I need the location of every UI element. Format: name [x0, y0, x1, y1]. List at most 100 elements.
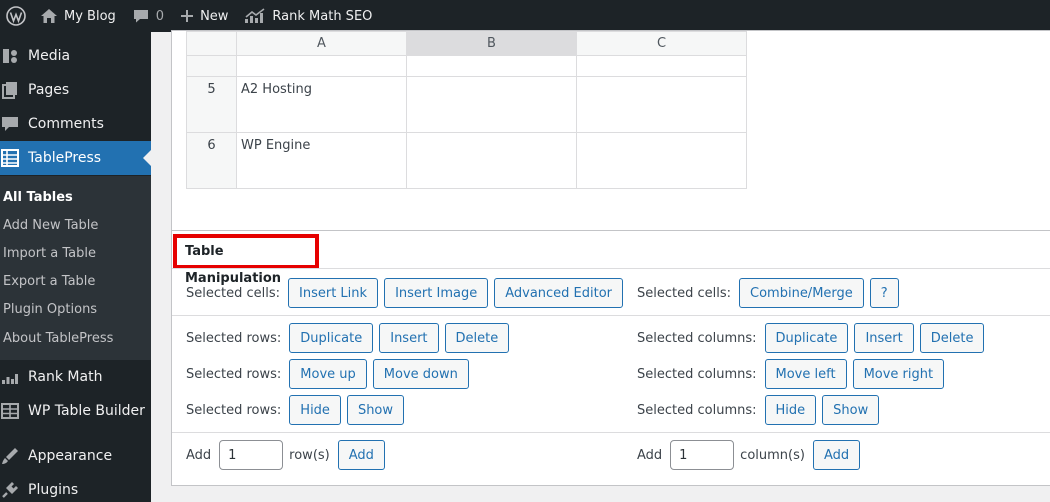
plus-icon — [180, 9, 194, 23]
sidebar-item-pages[interactable]: Pages — [0, 73, 151, 107]
rows-unit-label: row(s) — [289, 447, 330, 463]
table-cell[interactable]: A2 Hosting — [236, 76, 407, 133]
sidebar-item-media[interactable]: Media — [0, 39, 151, 73]
help-button[interactable]: ? — [869, 278, 899, 308]
selected-columns-label: Selected columns: — [637, 402, 757, 418]
table-cell[interactable] — [236, 55, 407, 77]
table-builder-icon — [0, 401, 20, 421]
column-header-a[interactable]: A — [236, 31, 407, 56]
home-icon — [40, 8, 58, 24]
row-number[interactable]: 6 — [186, 132, 237, 189]
duplicate-columns-button[interactable]: Duplicate — [764, 323, 849, 353]
table-cell[interactable] — [406, 76, 577, 133]
table-cell[interactable] — [576, 76, 747, 133]
sidebar-item-plugins[interactable]: Plugins — [0, 473, 151, 502]
sidebar-item-label: Media — [28, 48, 71, 64]
table-editor-grid: A B C 5 A2 Hosting 6 WP Engine — [186, 31, 747, 189]
table-content-panel: A B C 5 A2 Hosting 6 WP Engine — [171, 30, 1050, 242]
delete-columns-button[interactable]: Delete — [919, 323, 985, 353]
show-columns-button[interactable]: Show — [822, 395, 880, 425]
duplicate-rows-button[interactable]: Duplicate — [289, 323, 374, 353]
rows-visibility-actions: Selected rows: Hide Show — [186, 395, 410, 425]
table-cell[interactable] — [406, 55, 577, 77]
columns-unit-label: column(s) — [740, 447, 805, 463]
submenu-add-new-table[interactable]: Add New Table — [3, 218, 98, 233]
submenu-plugin-options[interactable]: Plugin Options — [3, 302, 97, 317]
columns-duplicate-actions: Selected columns: Duplicate Insert Delet… — [637, 323, 990, 353]
columns-count-input[interactable] — [670, 440, 735, 470]
selected-columns-label: Selected columns: — [637, 330, 757, 346]
add-columns-controls: Add column(s) Add — [637, 440, 866, 470]
row-number[interactable]: 5 — [186, 76, 237, 133]
hide-rows-button[interactable]: Hide — [289, 395, 341, 425]
sidebar-item-tablepress[interactable]: TablePress — [0, 141, 151, 175]
table-row: 6 WP Engine — [186, 132, 747, 189]
sidebar-item-appearance[interactable]: Appearance — [0, 439, 151, 473]
site-name-link[interactable]: My Blog — [32, 0, 124, 32]
column-header-c[interactable]: C — [576, 31, 747, 56]
main-content: A B C 5 A2 Hosting 6 WP Engine Table Man… — [151, 30, 1050, 502]
pages-icon — [0, 80, 20, 100]
rows-move-actions: Selected rows: Move up Move down — [186, 359, 475, 389]
columns-move-actions: Selected columns: Move left Move right — [637, 359, 950, 389]
selected-columns-label: Selected columns: — [637, 366, 757, 382]
comment-bubble-icon — [132, 8, 150, 24]
admin-sidebar: Media Pages Comments TablePress All Tabl… — [0, 32, 151, 502]
add-columns-label: Add — [637, 447, 663, 463]
submenu-export-table[interactable]: Export a Table — [3, 274, 95, 289]
column-header-b[interactable]: B — [406, 31, 577, 56]
advanced-editor-button[interactable]: Advanced Editor — [494, 278, 624, 308]
plugins-icon — [0, 480, 20, 500]
combine-merge-button[interactable]: Combine/Merge — [739, 278, 864, 308]
move-right-button[interactable]: Move right — [852, 359, 945, 389]
selected-rows-label: Selected rows: — [186, 402, 282, 418]
admin-bar: My Blog 0 New Rank Math SEO — [0, 0, 1050, 32]
table-cell[interactable] — [576, 132, 747, 189]
sidebar-item-label: Appearance — [28, 448, 113, 464]
rows-duplicate-actions: Selected rows: Duplicate Insert Delete — [186, 323, 515, 353]
rank-math-seo-link[interactable]: Rank Math SEO — [236, 0, 380, 32]
table-cell[interactable] — [406, 132, 577, 189]
sidebar-item-wp-table-builder[interactable]: WP Table Builder — [0, 394, 151, 428]
rank-math-icon — [0, 367, 20, 387]
divider — [172, 432, 1050, 433]
table-cell[interactable]: WP Engine — [236, 132, 407, 189]
submenu-all-tables[interactable]: All Tables — [3, 190, 73, 205]
add-columns-button[interactable]: Add — [812, 440, 861, 470]
grid-corner — [186, 31, 237, 56]
rows-count-input[interactable] — [219, 440, 284, 470]
sidebar-item-label: Pages — [28, 82, 70, 98]
show-rows-button[interactable]: Show — [346, 395, 405, 425]
comments-count: 0 — [155, 8, 165, 24]
cells-actions-right: Selected cells: Combine/Merge ? — [637, 278, 905, 308]
sidebar-item-rank-math[interactable]: Rank Math — [0, 360, 151, 394]
move-down-button[interactable]: Move down — [372, 359, 469, 389]
add-rows-label: Add — [186, 447, 212, 463]
delete-rows-button[interactable]: Delete — [444, 323, 510, 353]
sidebar-item-comments[interactable]: Comments — [0, 107, 151, 141]
insert-image-button[interactable]: Insert Image — [384, 278, 489, 308]
submenu-about-tablepress[interactable]: About TablePress — [3, 331, 113, 346]
tablepress-submenu: All Tables Add New Table Import a Table … — [0, 176, 151, 360]
insert-rows-button[interactable]: Insert — [379, 323, 439, 353]
comments-link[interactable]: 0 — [124, 0, 172, 32]
move-up-button[interactable]: Move up — [289, 359, 367, 389]
insert-columns-button[interactable]: Insert — [854, 323, 914, 353]
add-rows-button[interactable]: Add — [337, 440, 385, 470]
move-left-button[interactable]: Move left — [764, 359, 847, 389]
sidebar-item-label: TablePress — [28, 150, 102, 166]
table-cell[interactable] — [576, 55, 747, 77]
new-content-link[interactable]: New — [172, 0, 236, 32]
insert-link-button[interactable]: Insert Link — [288, 278, 379, 308]
selected-cells-label: Selected cells: — [637, 285, 732, 301]
media-icon — [0, 46, 20, 66]
sidebar-item-label: WP Table Builder — [28, 403, 145, 419]
submenu-import-table[interactable]: Import a Table — [3, 246, 96, 261]
sidebar-item-label: Plugins — [28, 482, 79, 498]
row-number — [186, 55, 237, 77]
sidebar-item-label: Rank Math — [28, 369, 103, 385]
table-row: 5 A2 Hosting — [186, 76, 747, 133]
hide-columns-button[interactable]: Hide — [764, 395, 817, 425]
wordpress-logo-icon[interactable] — [0, 0, 32, 32]
table-manipulation-title: Table Manipulation — [173, 234, 319, 286]
